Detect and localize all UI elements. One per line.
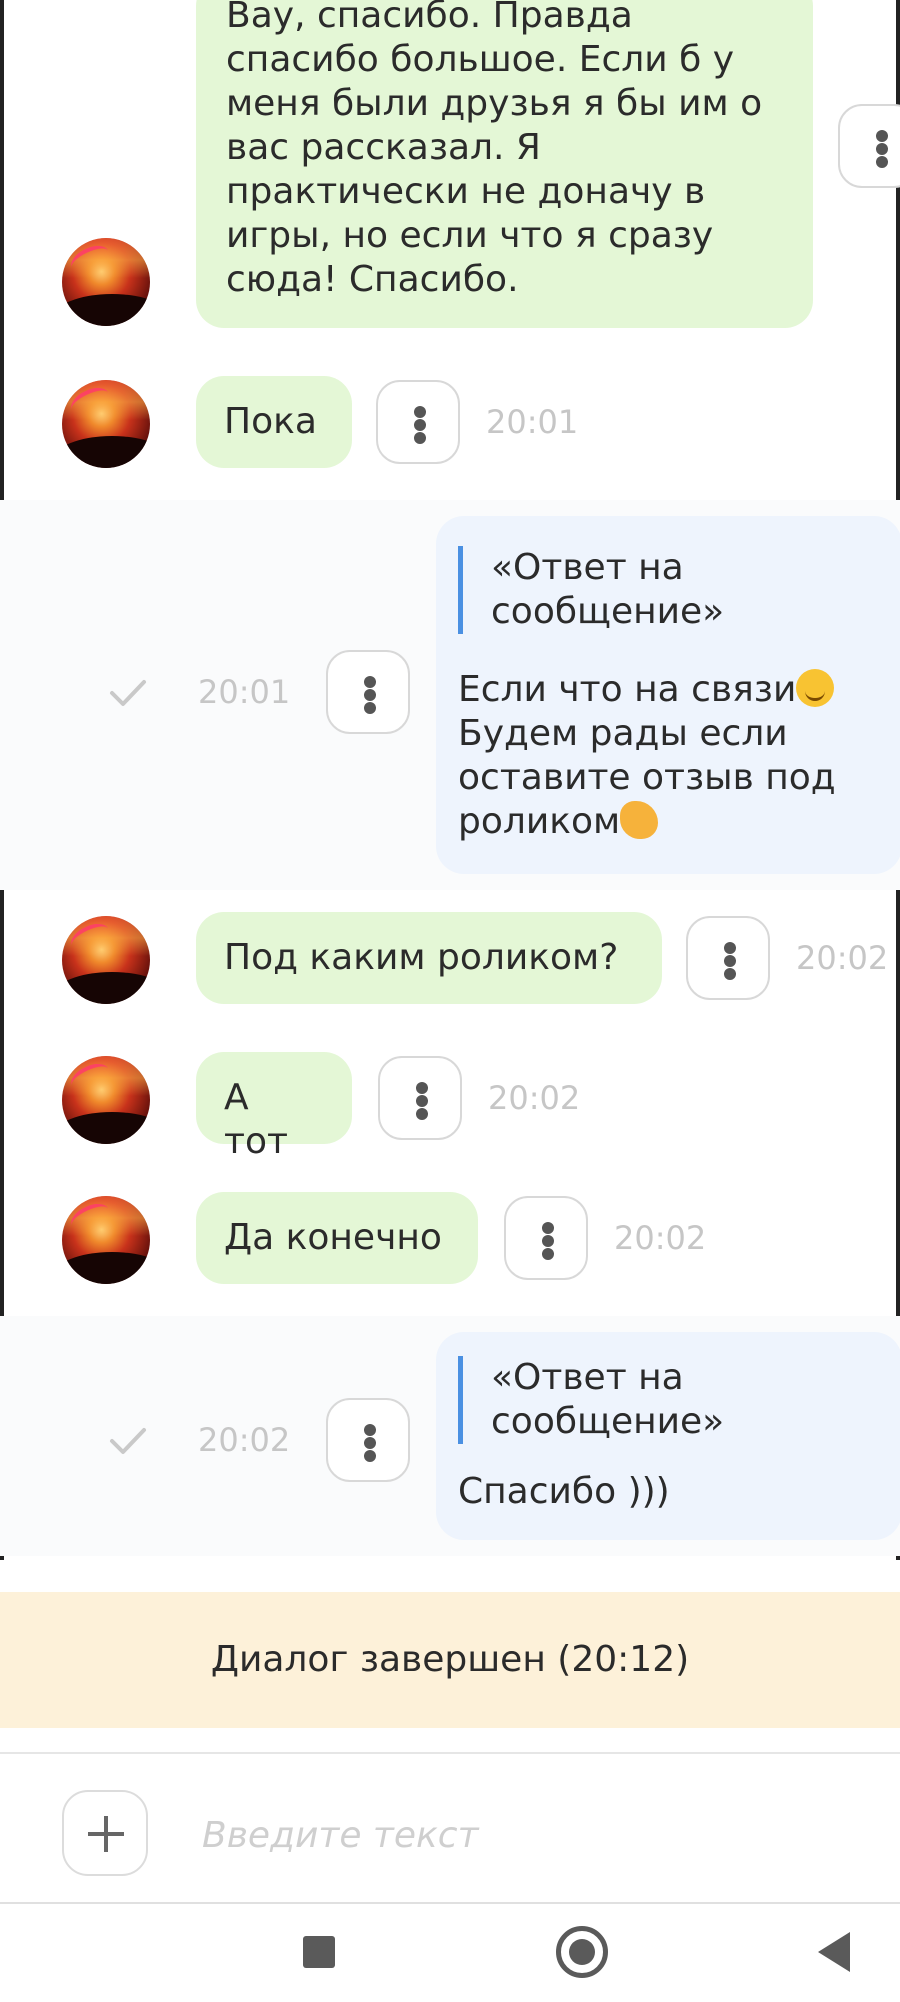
recent-apps-icon[interactable] [303,1936,335,1968]
handshake-icon [620,801,659,839]
message-bubble[interactable]: «Ответ на сообщение» Спасибо ))) [436,1332,900,1540]
message-more-button[interactable] [326,1398,410,1482]
message-text-line: Вау, спасибо. Правда [226,0,633,36]
more-vertical-icon [414,406,426,418]
message-bubble[interactable]: «Ответ на сообщение» Если что на связи Б… [436,516,900,874]
checkmark-icon [110,680,146,706]
message-text-line: игры, но если что я сразу [226,215,714,256]
message-more-button[interactable] [378,1056,462,1140]
message-text: Спасибо ))) [458,1471,670,1512]
more-vertical-icon [416,1082,428,1094]
avatar[interactable] [62,1196,150,1284]
more-vertical-icon [542,1222,554,1234]
message-row: Да конечно 20:02 [0,1180,900,1300]
message-row: 20:02 «Ответ на сообщение» Спасибо ))) [0,1316,900,1556]
message-time: 20:02 [198,1421,291,1459]
message-more-button[interactable] [376,380,460,464]
quote-text-line: сообщение» [491,591,725,632]
avatar[interactable] [62,238,150,326]
message-more-button[interactable] [838,104,900,188]
checkmark-icon [110,1428,146,1454]
quote-text-line: сообщение» [491,1401,725,1442]
more-vertical-icon [364,676,376,688]
message-row: Пока 20:01 [0,360,900,480]
avatar[interactable] [62,916,150,1004]
avatar[interactable] [62,1056,150,1144]
message-text-line: меня были друзья я бы им о [226,83,763,124]
face-savoring-food-icon [796,669,835,707]
message-time: 20:02 [614,1219,707,1257]
more-vertical-icon [724,942,736,954]
back-icon[interactable] [818,1932,850,1972]
more-vertical-icon [364,1424,376,1436]
system-nav-bar [0,1902,900,2002]
quote-text-line: «Ответ на [491,547,684,588]
message-composer [0,1752,900,1904]
message-bubble[interactable]: Вау, спасибо. Правда спасибо большое. Ес… [196,0,813,328]
message-text-line: практически не доначу в [226,171,706,212]
message-text-line: спасибо большое. Если б у [226,39,735,80]
message-row: 20:01 «Ответ на сообщение» Если что на с… [0,500,900,890]
message-bubble[interactable]: Да конечно [196,1192,478,1284]
message-time: 20:02 [796,939,889,977]
message-bubble[interactable]: А тот [196,1052,352,1162]
message-more-button[interactable] [504,1196,588,1280]
quote-text-line: «Ответ на [491,1357,684,1398]
message-time: 20:02 [488,1079,581,1117]
message-text: А тот [224,1077,288,1162]
avatar[interactable] [62,380,150,468]
message-bubble[interactable]: Под каким роликом? [196,912,662,1004]
message-text-line: оставите отзыв под [458,757,836,798]
more-vertical-icon [876,130,888,142]
message-bubble[interactable]: Пока [196,376,352,468]
message-text-line: Если что на связи [458,669,797,710]
message-text-line: Будем рады если [458,713,788,754]
message-row: Под каким роликом? 20:02 [0,900,900,1020]
reply-quote[interactable]: «Ответ на сообщение» [458,546,874,634]
message-text: Пока [224,401,317,442]
dialog-status-banner: Диалог завершен (20:12) [0,1592,900,1728]
message-text: Да конечно [224,1217,442,1258]
message-time: 20:01 [198,673,291,711]
message-time: 20:01 [486,403,579,441]
message-text-line: вас рассказал. Я [226,127,541,168]
message-more-button[interactable] [326,650,410,734]
reply-quote[interactable]: «Ответ на сообщение» [458,1356,874,1444]
message-row: Вау, спасибо. Правда спасибо большое. Ес… [0,0,900,330]
message-input[interactable] [200,1804,804,1866]
message-text: Под каким роликом? [224,937,619,978]
plus-icon[interactable] [62,1790,148,1876]
message-text-line: роликом [458,801,621,842]
message-text-line: сюда! Спасибо. [226,259,519,300]
message-more-button[interactable] [686,916,770,1000]
message-row: А тот 20:02 [0,1040,900,1162]
home-icon[interactable] [556,1926,608,1978]
